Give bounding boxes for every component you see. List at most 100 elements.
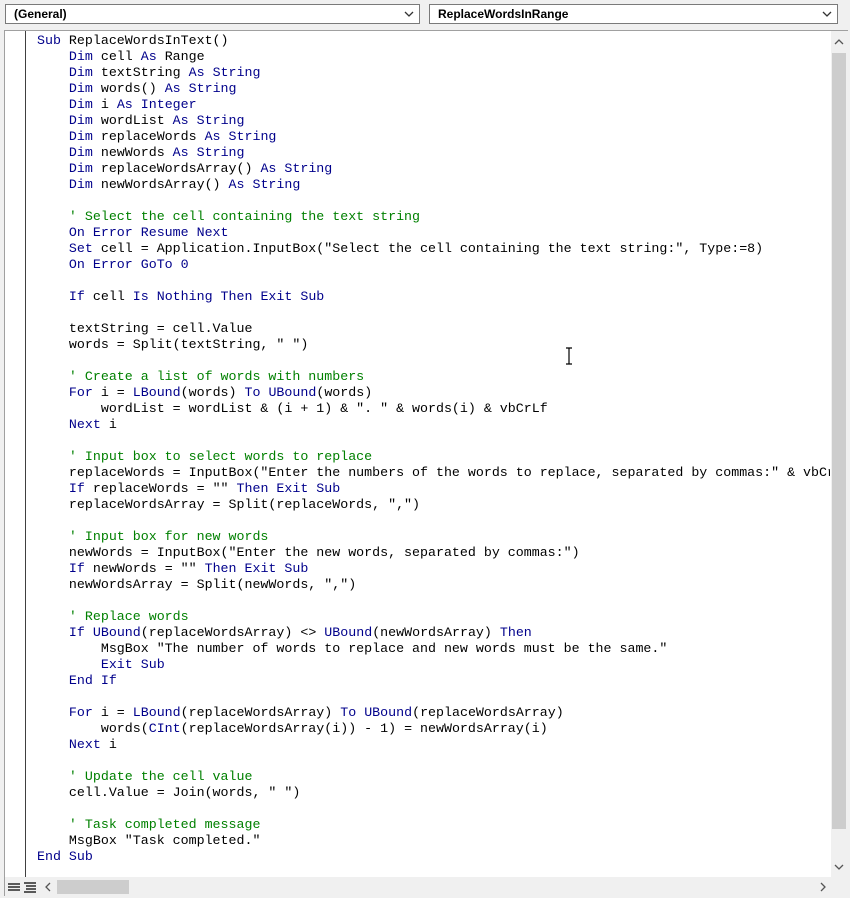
code-window[interactable]: Sub ReplaceWordsInText() Dim cell As Ran… [4, 30, 848, 896]
procedure-view-icon[interactable] [6, 879, 22, 895]
code-text: textString [100, 65, 189, 80]
code-line[interactable] [37, 513, 830, 529]
code-line[interactable]: replaceWords = InputBox("Enter the numbe… [37, 465, 830, 481]
code-line[interactable]: Dim textString As String [37, 65, 830, 81]
code-line[interactable]: If cell Is Nothing Then Exit Sub [37, 289, 830, 305]
full-module-view-icon[interactable] [22, 879, 38, 895]
code-line[interactable]: ' Input box to select words to replace [37, 449, 830, 465]
code-keyword: As [172, 113, 197, 128]
code-line[interactable]: Dim replaceWords As String [37, 129, 830, 145]
code-keyword: String [252, 177, 301, 192]
code-line[interactable] [37, 689, 830, 705]
code-line[interactable]: If replaceWords = "" Then Exit Sub [37, 481, 830, 497]
procedure-dropdown[interactable]: ReplaceWordsInRange [429, 4, 838, 24]
code-keyword: As [140, 49, 165, 64]
code-line[interactable] [37, 801, 830, 817]
code-line[interactable]: On Error Resume Next [37, 225, 830, 241]
code-line[interactable]: replaceWordsArray = Split(replaceWords, … [37, 497, 830, 513]
code-line[interactable]: ' Update the cell value [37, 769, 830, 785]
arrow-down-icon[interactable] [832, 860, 846, 874]
arrow-left-icon[interactable] [41, 880, 55, 894]
object-dropdown[interactable]: (General) [5, 4, 420, 24]
code-line[interactable]: Dim words() As String [37, 81, 830, 97]
code-line[interactable]: newWordsArray = Split(newWords, ",") [37, 577, 830, 593]
code-line[interactable]: ' Replace words [37, 609, 830, 625]
code-line[interactable]: Dim i As Integer [37, 97, 830, 113]
code-line[interactable]: If newWords = "" Then Exit Sub [37, 561, 830, 577]
code-line[interactable] [37, 305, 830, 321]
code-line[interactable]: On Error GoTo 0 [37, 257, 830, 273]
vertical-scrollbar[interactable] [831, 31, 848, 877]
code-keyword: Integer [140, 97, 197, 112]
chevron-down-icon[interactable] [821, 5, 833, 23]
code-line[interactable]: Sub ReplaceWordsInText() [37, 33, 830, 49]
code-line[interactable]: Set cell = Application.InputBox("Select … [37, 241, 830, 257]
code-line[interactable] [37, 353, 830, 369]
code-line[interactable]: End Sub [37, 849, 830, 865]
code-line[interactable]: Dim newWordsArray() As String [37, 177, 830, 193]
arrow-right-icon[interactable] [816, 880, 830, 894]
code-line[interactable] [37, 753, 830, 769]
code-text: (replaceWordsArray) <> [140, 625, 325, 640]
code-line[interactable]: Dim replaceWordsArray() As String [37, 161, 830, 177]
code-keyword: Sub [37, 33, 69, 48]
code-keyword: UBound [364, 705, 413, 720]
code-text: newWordsArray() [100, 177, 229, 192]
code-text: cell = Application.InputBox("Select the … [100, 241, 764, 256]
code-keyword: As [204, 129, 229, 144]
arrow-up-icon[interactable] [832, 35, 846, 49]
code-line[interactable]: wordList = wordList & (i + 1) & ". " & w… [37, 401, 830, 417]
code-keyword: UBound [92, 625, 141, 640]
code-keyword: On Error GoTo [68, 257, 181, 272]
code-line[interactable]: Next i [37, 737, 830, 753]
horizontal-scrollbar[interactable] [5, 877, 848, 896]
code-keyword: Dim [68, 113, 101, 128]
code-text: newWords [100, 145, 173, 160]
code-line[interactable]: ' Select the cell containing the text st… [37, 209, 830, 225]
code-line[interactable]: Dim wordList As String [37, 113, 830, 129]
code-line[interactable]: Next i [37, 417, 830, 433]
code-line[interactable]: textString = cell.Value [37, 321, 830, 337]
code-line[interactable]: Dim cell As Range [37, 49, 830, 65]
code-line[interactable] [37, 593, 830, 609]
code-line[interactable] [37, 273, 830, 289]
vertical-scrollbar-thumb[interactable] [832, 53, 846, 829]
code-line[interactable]: MsgBox "The number of words to replace a… [37, 641, 830, 657]
code-text: i [100, 97, 117, 112]
horizontal-scrollbar-thumb[interactable] [57, 880, 129, 894]
code-line[interactable]: words = Split(textString, " ") [37, 337, 830, 353]
code-text: words = Split(textString, " ") [37, 337, 309, 352]
code-keyword: Dim [68, 177, 101, 192]
code-text: words( [37, 721, 149, 736]
code-line[interactable]: ' Task completed message [37, 817, 830, 833]
code-line[interactable] [37, 433, 830, 449]
chevron-down-icon[interactable] [403, 5, 415, 23]
code-line[interactable] [37, 193, 830, 209]
code-line[interactable]: End If [37, 673, 830, 689]
code-line[interactable]: newWords = InputBox("Enter the new words… [37, 545, 830, 561]
code-line[interactable]: ' Create a list of words with numbers [37, 369, 830, 385]
code-line[interactable]: If UBound(replaceWordsArray) <> UBound(n… [37, 625, 830, 641]
code-text: textString = cell.Value [37, 321, 253, 336]
code-line[interactable]: Dim newWords As String [37, 145, 830, 161]
code-keyword: Set [68, 241, 101, 256]
code-editor[interactable]: Sub ReplaceWordsInText() Dim cell As Ran… [37, 33, 830, 876]
margin-indicator-bar[interactable] [5, 31, 26, 877]
code-line[interactable]: Exit Sub [37, 657, 830, 673]
code-line[interactable]: words(CInt(replaceWordsArray(i)) - 1) = … [37, 721, 830, 737]
code-keyword: Dim [68, 161, 101, 176]
code-line[interactable]: For i = LBound(words) To UBound(words) [37, 385, 830, 401]
code-line[interactable]: cell.Value = Join(words, " ") [37, 785, 830, 801]
code-line[interactable]: For i = LBound(replaceWordsArray) To UBo… [37, 705, 830, 721]
code-line[interactable]: MsgBox "Task completed." [37, 833, 830, 849]
code-line[interactable]: ' Input box for new words [37, 529, 830, 545]
code-keyword: Next [68, 417, 109, 432]
